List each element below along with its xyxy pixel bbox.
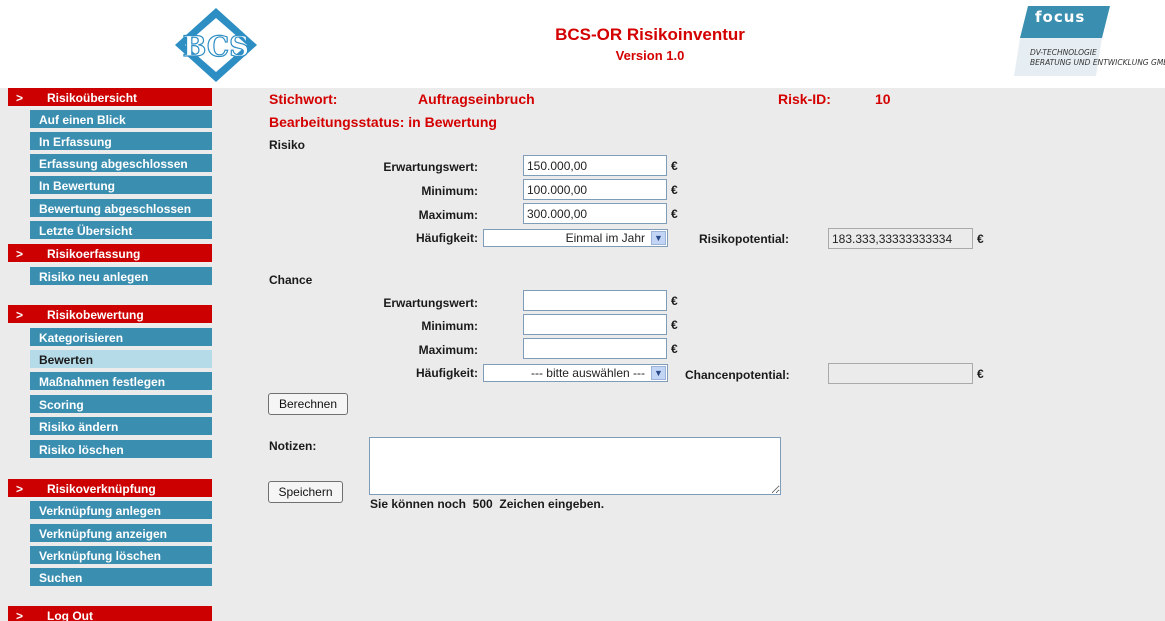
risiko-haeufigkeit-value: Einmal im Jahr [565, 231, 645, 245]
risiko-minimum-label: Minimum: [421, 184, 478, 198]
sidebar-item-suchen[interactable]: Suchen [30, 568, 212, 588]
sidebar-item-erfassung-abgeschlossen[interactable]: Erfassung abgeschlossen [30, 154, 212, 174]
chance-erwartungswert-input[interactable] [523, 290, 667, 311]
sidebar-item-kategorisieren[interactable]: Kategorisieren [30, 328, 212, 348]
chevron-right-icon: > [16, 482, 24, 496]
chancenpotential-label: Chancenpotential: [685, 368, 790, 382]
sidebar-item-risiko-aendern[interactable]: Risiko ändern [30, 417, 212, 437]
bcs-logo: BCS [175, 8, 257, 82]
sidebar-item-massnahmen-festlegen[interactable]: Maßnahmen festlegen [30, 372, 212, 392]
sidebar-item-verknuepfung-loeschen[interactable]: Verknüpfung löschen [30, 546, 212, 566]
currency-label: € [671, 342, 678, 356]
chance-minimum-input[interactable] [523, 314, 667, 335]
chance-erwartungswert-label: Erwartungswert: [383, 296, 478, 310]
sidebar-item-letzte-uebersicht[interactable]: Letzte Übersicht [30, 221, 212, 241]
sidebar-item-bewerten[interactable]: Bewerten [30, 350, 212, 370]
risiko-maximum-label: Maximum: [418, 208, 478, 222]
risiko-erwartungswert-input[interactable] [523, 155, 667, 176]
risiko-haeufigkeit-select[interactable]: Einmal im Jahr ▼ [483, 229, 668, 247]
currency-label: € [671, 183, 678, 197]
chance-haeufigkeit-value: --- bitte auswählen --- [530, 366, 645, 380]
nav-group-risikobewertung[interactable]: > Risikobewertung [8, 305, 212, 325]
currency-label: € [977, 367, 984, 381]
risiko-haeufigkeit-label: Häufigkeit: [415, 231, 478, 245]
chance-haeufigkeit-select[interactable]: --- bitte auswählen --- ▼ [483, 364, 668, 382]
sidebar-item-in-bewertung[interactable]: In Bewertung [30, 176, 212, 196]
nav-group-label: Risikoerfassung [47, 247, 141, 261]
nav-group-label: Risikobewertung [47, 308, 144, 322]
nav-group-risikoverknuepfung[interactable]: > Risikoverknüpfung [8, 479, 212, 499]
sidebar-item-auf-einen-blick[interactable]: Auf einen Blick [30, 110, 212, 130]
notizen-textarea[interactable] [369, 437, 781, 495]
chevron-right-icon: > [16, 308, 24, 322]
app-version: Version 1.0 [615, 48, 685, 63]
status-text: Bearbeitungsstatus: in Bewertung [269, 114, 497, 130]
currency-label: € [671, 318, 678, 332]
chevron-right-icon: > [16, 247, 24, 261]
risiko-heading: Risiko [269, 138, 306, 152]
bcs-logo-text: BCS [183, 30, 250, 63]
chance-haeufigkeit-label: Häufigkeit: [415, 366, 478, 380]
app-title: BCS-OR Risikoinventur [555, 25, 745, 44]
sidebar-item-in-erfassung[interactable]: In Erfassung [30, 132, 212, 152]
chevron-right-icon: > [16, 609, 24, 621]
nav-group-label: Risikoverknüpfung [47, 482, 156, 496]
nav-group-risikouebersicht[interactable]: > Risikoübersicht [8, 88, 212, 108]
sidebar-item-verknuepfung-anlegen[interactable]: Verknüpfung anlegen [30, 501, 212, 521]
chars-remaining-text: Sie können noch 500 Zeichen eingeben. [370, 497, 605, 511]
stichwort-value: Auftragseinbruch [418, 91, 535, 107]
sidebar-item-bewertung-abgeschlossen[interactable]: Bewertung abgeschlossen [30, 199, 212, 219]
sidebar-item-risiko-loeschen[interactable]: Risiko löschen [30, 440, 212, 460]
chevron-down-icon[interactable]: ▼ [651, 366, 666, 380]
currency-label: € [671, 159, 678, 173]
stichwort-label: Stichwort: [269, 91, 338, 107]
currency-label: € [671, 294, 678, 308]
nav-group-label: Log Out [47, 609, 93, 621]
notizen-label: Notizen: [269, 439, 317, 453]
risiko-maximum-input[interactable] [523, 203, 667, 224]
nav-group-risikoerfassung[interactable]: > Risikoerfassung [8, 244, 212, 264]
speichern-button[interactable]: Speichern [268, 481, 343, 503]
nav-group-log-out[interactable]: > Log Out [8, 606, 212, 621]
header: BCS BCS-OR Risikoinventur Version 1.0 fo… [0, 0, 1165, 88]
risiko-erwartungswert-label: Erwartungswert: [383, 160, 478, 174]
risiko-minimum-input[interactable] [523, 179, 667, 200]
chancenpotential-field [828, 363, 973, 384]
berechnen-button[interactable]: Berechnen [268, 393, 348, 415]
currency-label: € [671, 207, 678, 221]
chevron-right-icon: > [16, 91, 24, 105]
risk-id-value: 10 [875, 91, 891, 107]
chance-heading: Chance [269, 273, 313, 287]
chance-maximum-label: Maximum: [418, 343, 478, 357]
focus-logo-line2: BERATUNG UND ENTWICKLUNG GMBH [1030, 58, 1165, 67]
focus-logo-line1: DV-TECHNOLOGIE [1030, 48, 1097, 57]
chevron-down-icon[interactable]: ▼ [651, 231, 666, 245]
chance-minimum-label: Minimum: [421, 319, 478, 333]
chance-maximum-input[interactable] [523, 338, 667, 359]
focus-logo-word: focus [1035, 8, 1086, 26]
currency-label: € [977, 232, 984, 246]
risikopotential-field [828, 228, 973, 249]
nav-group-label: Risikoübersicht [47, 91, 138, 105]
sidebar-item-risiko-neu-anlegen[interactable]: Risiko neu anlegen [30, 267, 212, 287]
sidebar-item-verknuepfung-anzeigen[interactable]: Verknüpfung anzeigen [30, 524, 212, 544]
sidebar-item-scoring[interactable]: Scoring [30, 395, 212, 415]
risikopotential-label: Risikopotential: [699, 232, 790, 246]
content-area: > Risikoübersicht Auf einen Blick In Erf… [0, 88, 1165, 621]
risk-id-label: Risk-ID: [778, 91, 831, 107]
